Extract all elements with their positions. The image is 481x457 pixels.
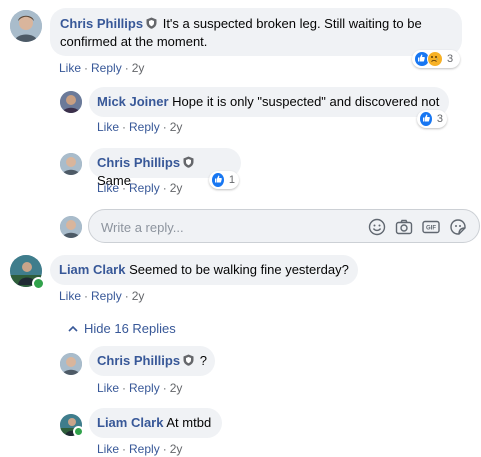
reply-link[interactable]: Reply xyxy=(129,381,160,395)
comment-text: It's a suspected broken leg. Still waiti… xyxy=(162,16,422,31)
sad-reaction-icon xyxy=(427,51,443,67)
reply-link[interactable]: Reply xyxy=(129,442,160,456)
gif-icon[interactable]: GIF xyxy=(421,217,441,237)
reply-link[interactable]: Reply xyxy=(129,181,160,195)
avatar-photo xyxy=(60,153,82,175)
avatar-chris-phillips[interactable] xyxy=(60,153,82,175)
comment-actions: Like · Reply · 2y xyxy=(97,120,183,134)
reaction-count: 3 xyxy=(436,113,443,125)
timestamp[interactable]: 2y xyxy=(170,181,183,195)
camera-icon[interactable] xyxy=(394,217,414,237)
author-name[interactable]: Liam Clark xyxy=(97,415,163,430)
hide-replies-label: Hide 16 Replies xyxy=(84,321,176,336)
shield-badge-icon xyxy=(183,353,194,370)
timestamp[interactable]: 2y xyxy=(132,61,145,75)
online-status-dot xyxy=(73,426,84,437)
svg-text:GIF: GIF xyxy=(426,226,436,232)
avatar-mick-joiner[interactable] xyxy=(60,91,82,113)
comment-actions: Like · Reply · 2y xyxy=(97,442,183,456)
comment-bubble: Mick Joiner Hope it is only "suspected" … xyxy=(89,87,449,117)
like-link[interactable]: Like xyxy=(97,120,119,134)
comment-text: ? xyxy=(199,353,207,368)
shield-badge-icon xyxy=(146,16,157,33)
author-name[interactable]: Chris Phillips xyxy=(97,353,180,368)
comment-text-line2: confirmed at the moment. xyxy=(60,34,208,49)
comment-actions: Like · Reply · 2y xyxy=(97,181,183,195)
comment-text: Hope it is only "suspected" and discover… xyxy=(172,94,440,109)
reply-link[interactable]: Reply xyxy=(91,289,122,303)
hide-replies-link[interactable]: Hide 16 Replies xyxy=(68,321,176,336)
comment-text: At mtbd xyxy=(166,415,212,430)
reaction-summary[interactable]: 3 xyxy=(417,110,447,128)
timestamp[interactable]: 2y xyxy=(170,381,183,395)
chevron-up-icon xyxy=(68,325,78,332)
reply-link[interactable]: Reply xyxy=(91,61,122,75)
comment-bubble: Liam Clark At mtbd xyxy=(89,408,222,438)
author-name[interactable]: Chris Phillips xyxy=(60,16,143,31)
timestamp[interactable]: 2y xyxy=(132,289,145,303)
emoji-icon[interactable] xyxy=(367,217,387,237)
comment-actions: Like · Reply · 2y xyxy=(59,61,145,75)
author-name[interactable]: Liam Clark xyxy=(59,262,125,277)
current-user-avatar xyxy=(60,216,82,238)
avatar-photo xyxy=(60,353,82,375)
comment-actions: Like · Reply · 2y xyxy=(59,289,145,303)
reply-input-box[interactable]: GIF xyxy=(88,209,480,243)
author-name[interactable]: Chris Phillips xyxy=(97,155,180,170)
author-name[interactable]: Mick Joiner xyxy=(97,94,169,109)
comment-actions: Like · Reply · 2y xyxy=(97,381,183,395)
like-link[interactable]: Like xyxy=(97,381,119,395)
reaction-count: 3 xyxy=(447,53,454,65)
like-reaction-icon xyxy=(211,172,225,188)
reaction-count: 1 xyxy=(228,174,235,186)
like-link[interactable]: Like xyxy=(59,289,81,303)
avatar-photo xyxy=(60,216,82,238)
timestamp[interactable]: 2y xyxy=(170,442,183,456)
comment-bubble: Liam Clark Seemed to be walking fine yes… xyxy=(50,255,358,285)
like-link[interactable]: Like xyxy=(97,181,119,195)
timestamp[interactable]: 2y xyxy=(170,120,183,134)
avatar-photo xyxy=(60,91,82,113)
reply-link[interactable]: Reply xyxy=(129,120,160,134)
shield-badge-icon xyxy=(183,155,194,172)
sticker-icon[interactable] xyxy=(448,217,468,237)
reaction-summary[interactable]: 1 xyxy=(209,171,239,189)
reaction-summary[interactable]: 3 xyxy=(412,50,460,68)
like-link[interactable]: Like xyxy=(59,61,81,75)
like-reaction-icon xyxy=(419,111,433,127)
avatar-photo xyxy=(10,10,42,42)
comment-bubble: Chris Phillips It's a suspected broken l… xyxy=(50,8,462,56)
comment-bubble: Chris Phillips ? xyxy=(89,346,215,376)
avatar-chris-phillips[interactable] xyxy=(60,353,82,375)
reply-input[interactable] xyxy=(99,217,363,237)
avatar-chris-phillips[interactable] xyxy=(10,10,42,42)
like-link[interactable]: Like xyxy=(97,442,119,456)
online-status-dot xyxy=(32,277,45,290)
comment-text: Seemed to be walking fine yesterday? xyxy=(129,262,349,277)
